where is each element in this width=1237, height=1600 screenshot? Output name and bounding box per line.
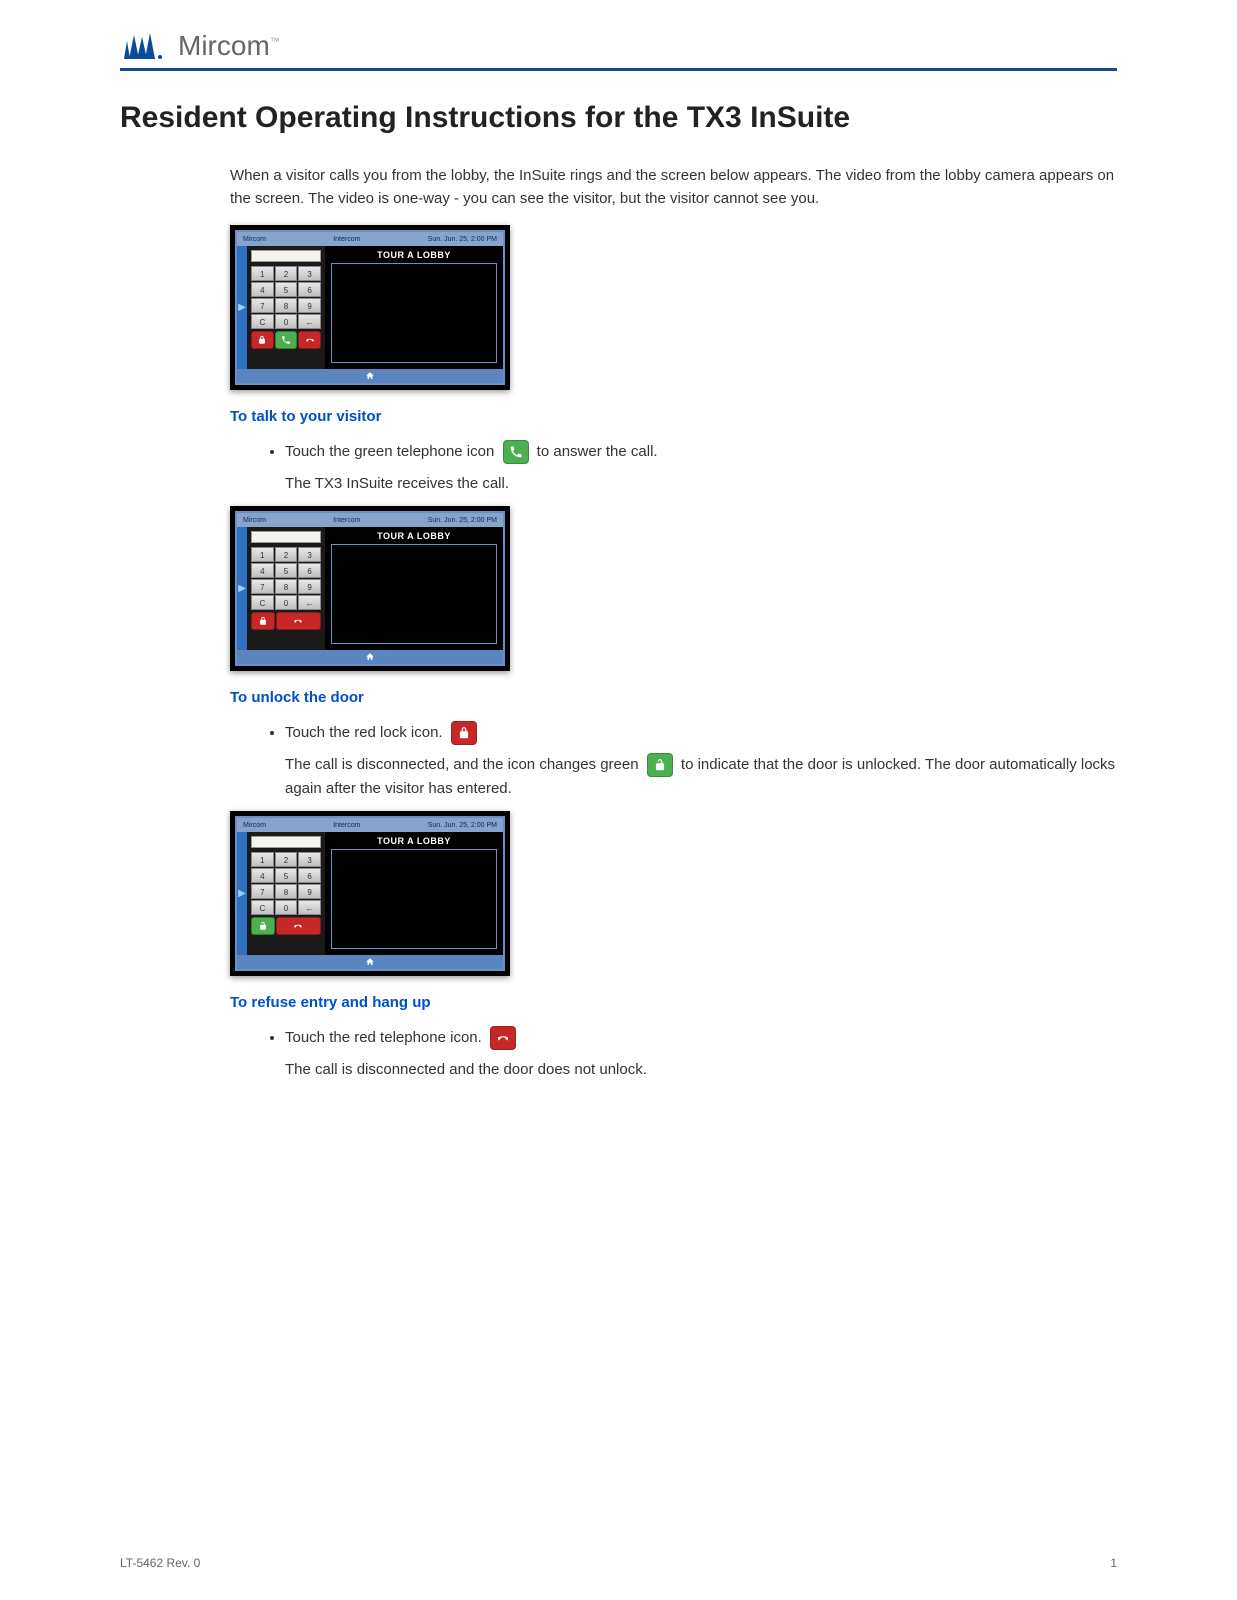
key-7[interactable]: 7: [251, 298, 274, 313]
phone-hangup-icon: [490, 1026, 516, 1050]
intro-paragraph: When a visitor calls you from the lobby,…: [230, 165, 1117, 210]
unlock-icon: [647, 753, 673, 777]
sub-unlock: The call is disconnected, and the icon c…: [285, 753, 1117, 801]
hangup-button[interactable]: [276, 917, 321, 935]
brand-name: Mircom™: [178, 30, 280, 62]
device-home-bar[interactable]: [237, 369, 503, 383]
keypad-display[interactable]: [251, 250, 321, 262]
lock-icon: [451, 721, 477, 745]
hangup-button[interactable]: [276, 612, 321, 630]
page-title: Resident Operating Instructions for the …: [120, 101, 1117, 135]
key-0[interactable]: 0: [275, 314, 298, 329]
side-chevron-icon[interactable]: ▶: [237, 527, 247, 650]
home-icon: [365, 957, 375, 967]
key-1[interactable]: 1: [251, 266, 274, 281]
home-icon: [365, 652, 375, 662]
lock-button[interactable]: [251, 331, 274, 349]
home-icon: [365, 371, 375, 381]
key-6[interactable]: 6: [298, 282, 321, 297]
bullet-refuse: Touch the red telephone icon.: [285, 1026, 1117, 1050]
sub-refuse: The call is disconnected and the door do…: [285, 1058, 1117, 1082]
sub-talk: The TX3 InSuite receives the call.: [285, 472, 1117, 496]
key-8[interactable]: 8: [275, 298, 298, 313]
device-header: Mircom Intercom Sun. Jun. 25, 2:00 PM: [237, 232, 503, 246]
bullet-unlock: Touch the red lock icon.: [285, 721, 1117, 745]
doc-number: LT-5462 Rev. 0: [120, 1556, 200, 1570]
key-2[interactable]: 2: [275, 266, 298, 281]
keypad-display[interactable]: [251, 531, 321, 543]
video-title: TOUR A LOBBY: [331, 250, 497, 263]
device-screenshot-ringing: Mircom Intercom Sun. Jun. 25, 2:00 PM ▶ …: [230, 225, 510, 390]
key-5[interactable]: 5: [275, 282, 298, 297]
video-frame: [331, 263, 497, 363]
bullet-talk: Touch the green telephone icon to answer…: [285, 440, 1117, 464]
key-c[interactable]: C: [251, 314, 274, 329]
hangup-button[interactable]: [298, 331, 321, 349]
brand-header: Mircom™: [120, 30, 1117, 71]
side-chevron-icon[interactable]: ▶: [237, 832, 247, 955]
answer-button[interactable]: [275, 331, 298, 349]
key-3[interactable]: 3: [298, 266, 321, 281]
phone-answer-icon: [503, 440, 529, 464]
key-9[interactable]: 9: [298, 298, 321, 313]
device-screenshot-unlocked: Mircom Intercom Sun. Jun. 25, 2:00 PM ▶ …: [230, 811, 510, 976]
key-4[interactable]: 4: [251, 282, 274, 297]
keypad-display[interactable]: [251, 836, 321, 848]
section-title-refuse: To refuse entry and hang up: [230, 994, 1117, 1011]
unlock-button[interactable]: [251, 917, 275, 935]
lock-button[interactable]: [251, 612, 275, 630]
page-footer: LT-5462 Rev. 0 1: [120, 1556, 1117, 1570]
key-back[interactable]: ←: [298, 314, 321, 329]
device-screenshot-answered: Mircom Intercom Sun. Jun. 25, 2:00 PM ▶ …: [230, 506, 510, 671]
page-number: 1: [1110, 1556, 1117, 1570]
side-chevron-icon[interactable]: ▶: [237, 246, 247, 369]
section-title-talk: To talk to your visitor: [230, 408, 1117, 425]
section-title-unlock: To unlock the door: [230, 689, 1117, 706]
mircom-logo-icon: [120, 31, 170, 61]
keypad[interactable]: 1 2 3 4 5 6 7 8 9 C 0 ←: [251, 266, 321, 329]
